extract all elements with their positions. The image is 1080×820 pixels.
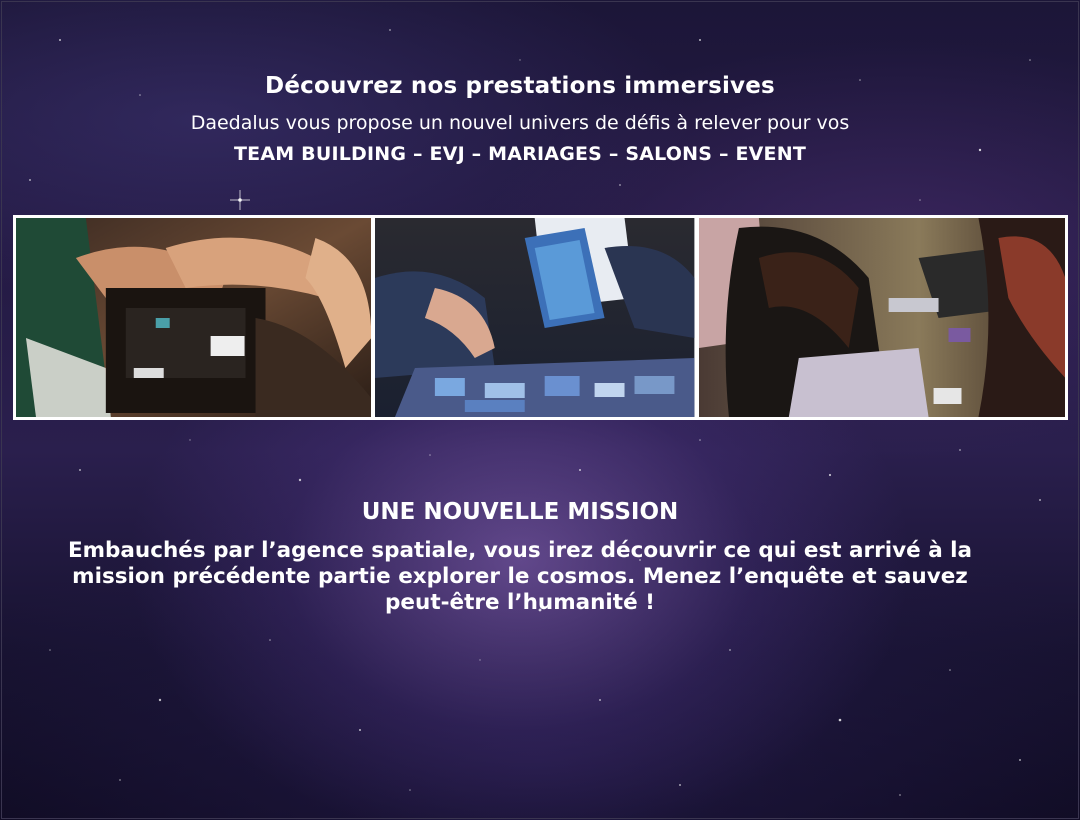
hero-subtitle: Daedalus vous propose un nouvel univers … bbox=[190, 112, 850, 134]
mission-title: UNE NOUVELLE MISSION bbox=[361, 499, 679, 525]
mission-description: Embauchés par l’agence spatiale, vous ir… bbox=[67, 538, 973, 615]
hero-tags: TEAM BUILDING – EVJ – MARIAGES – SALONS … bbox=[233, 143, 806, 165]
hero-title: Découvrez nos prestations immersives bbox=[265, 73, 775, 99]
board-game-photo-1 bbox=[16, 218, 372, 417]
page: Découvrez nos prestations immersives Dae… bbox=[0, 0, 1080, 820]
board-game-photo-2 bbox=[375, 218, 695, 417]
photo-gallery bbox=[13, 215, 1068, 420]
board-game-photo-3 bbox=[698, 218, 1065, 417]
